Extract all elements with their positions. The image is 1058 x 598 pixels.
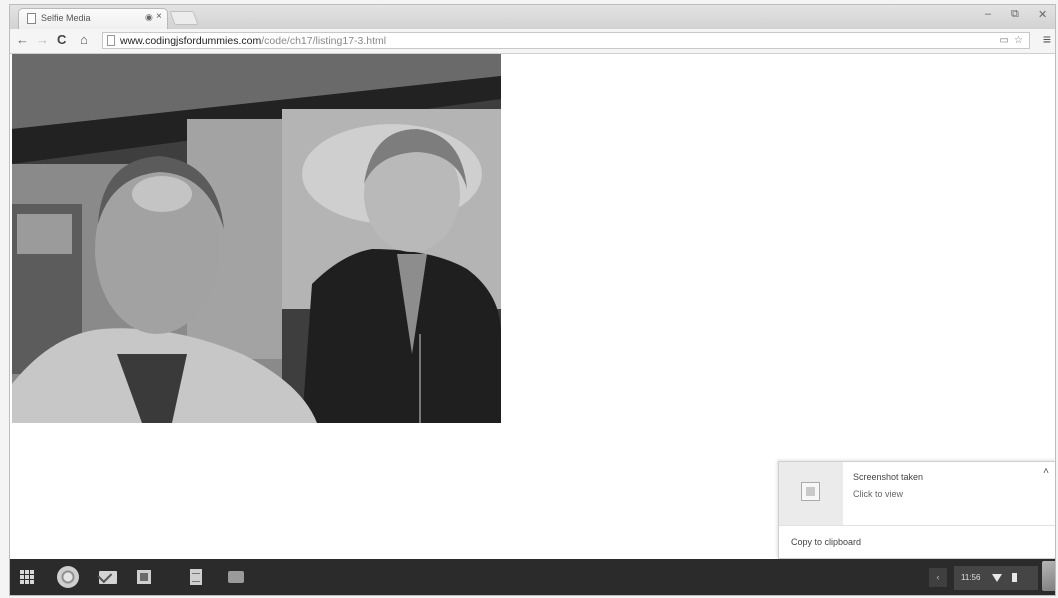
url-host: www.codingjsfordummies.com bbox=[120, 35, 262, 47]
webcam-photo bbox=[12, 54, 501, 423]
chrome-icon[interactable] bbox=[57, 566, 79, 588]
tab-title: Selfie Media bbox=[41, 13, 91, 23]
photos-icon[interactable] bbox=[137, 570, 151, 584]
tab-strip: Selfie Media ◉ × – ⧉ ✕ bbox=[10, 5, 1055, 30]
back-button[interactable]: ← bbox=[16, 33, 29, 47]
tab-selfie-media[interactable]: Selfie Media ◉ × bbox=[18, 8, 168, 29]
new-tab-button[interactable] bbox=[169, 11, 199, 25]
notification-title: Screenshot taken bbox=[853, 472, 924, 482]
notification-message[interactable]: Click to view bbox=[853, 489, 903, 499]
forward-button[interactable]: → bbox=[36, 33, 49, 47]
page-content: Screenshot taken Click to view ˄ Copy to… bbox=[10, 54, 1055, 559]
shelf-expand-button[interactable]: ‹ bbox=[929, 568, 947, 587]
collapse-icon[interactable]: ˄ bbox=[1043, 466, 1049, 477]
screenshot-icon bbox=[801, 482, 820, 501]
minimize-button[interactable]: – bbox=[985, 8, 991, 20]
home-button[interactable]: ⌂ bbox=[80, 33, 88, 47]
reload-button[interactable]: C bbox=[57, 33, 66, 47]
browser-window: Selfie Media ◉ × – ⧉ ✕ ← → C ⌂ www.codin… bbox=[9, 4, 1056, 596]
browser-toolbar: ← → C ⌂ www.codingjsfordummies.com/code/… bbox=[10, 29, 1055, 54]
screenshot-notification[interactable]: Screenshot taken Click to view ˄ Copy to… bbox=[778, 461, 1055, 559]
copy-to-clipboard-button[interactable]: Copy to clipboard bbox=[791, 537, 861, 547]
bookmark-star-icon[interactable]: ☆ bbox=[1014, 35, 1023, 46]
url-text[interactable]: www.codingjsfordummies.com/code/ch17/lis… bbox=[120, 35, 386, 47]
docs-icon[interactable] bbox=[190, 569, 202, 585]
photo-illustration bbox=[12, 54, 501, 423]
video-icon[interactable] bbox=[228, 571, 244, 583]
speaker-icon: ◉ bbox=[145, 12, 153, 22]
page-icon bbox=[107, 35, 115, 46]
divider bbox=[779, 525, 1055, 526]
gmail-icon[interactable] bbox=[99, 571, 117, 584]
battery-icon bbox=[1012, 573, 1017, 582]
url-path: /code/ch17/listing17-3.html bbox=[261, 35, 387, 47]
tab-close-icon[interactable]: × bbox=[156, 11, 162, 22]
launcher-icon[interactable] bbox=[19, 569, 35, 585]
cast-icon[interactable]: ▭ bbox=[1000, 35, 1009, 46]
os-shelf: ‹ 11:56 bbox=[10, 559, 1055, 595]
menu-icon[interactable]: ≡ bbox=[1043, 32, 1051, 46]
page-icon bbox=[27, 13, 36, 24]
avatar[interactable] bbox=[1042, 561, 1055, 591]
notification-thumbnail bbox=[779, 462, 843, 525]
status-tray[interactable]: 11:56 bbox=[954, 566, 1038, 590]
restore-button[interactable]: ⧉ bbox=[1011, 8, 1019, 21]
close-window-button[interactable]: ✕ bbox=[1038, 8, 1047, 21]
wifi-icon bbox=[992, 574, 1002, 582]
clock: 11:56 bbox=[961, 573, 981, 582]
address-bar[interactable]: www.codingjsfordummies.com/code/ch17/lis… bbox=[102, 32, 1030, 49]
